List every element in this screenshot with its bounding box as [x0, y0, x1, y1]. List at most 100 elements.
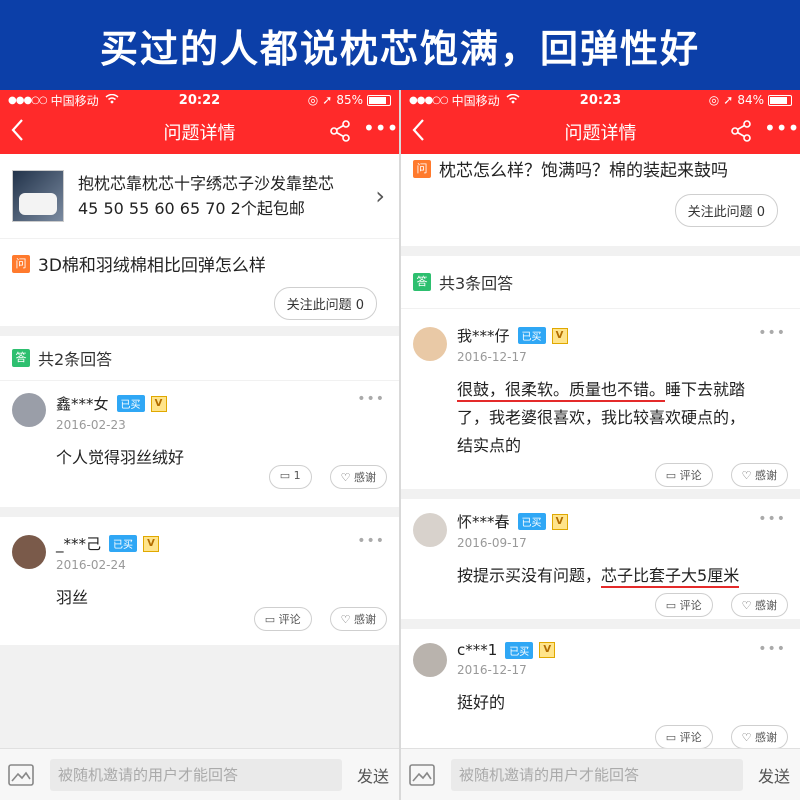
answer-item: ••• 怀***春 已买 V 2016-09-17 按提示买没有问题，芯子比套子…	[401, 499, 800, 619]
bought-badge: 已买	[109, 535, 138, 552]
nav-bar: 问题详情 •••	[401, 110, 800, 154]
share-icon[interactable]	[730, 120, 754, 144]
status-bar: ●●●○○ 中国移动 20:22 ◎ ➚ 85%	[0, 90, 399, 110]
comment-button[interactable]: ▭ 1	[268, 465, 312, 489]
thanks-icon: ♡	[340, 613, 351, 626]
username: c***1	[457, 641, 498, 659]
thanks-label: 感谢	[755, 731, 777, 744]
more-icon[interactable]: •••	[764, 118, 799, 144]
follow-question-button[interactable]: 关注此问题 0	[674, 194, 778, 227]
question-tag: 问	[413, 159, 431, 178]
answers-count: 共2条回答	[38, 350, 113, 369]
answer-body: 挺好的	[457, 693, 506, 712]
back-icon[interactable]	[10, 118, 34, 146]
rotation-lock-icon: ◎	[708, 93, 720, 107]
thanks-label: 感谢	[354, 471, 376, 484]
back-icon[interactable]	[411, 118, 435, 146]
image-upload-icon[interactable]	[409, 763, 435, 786]
bought-badge: 已买	[517, 513, 546, 530]
highlighted-text: 芯子比套子大5厘米	[601, 566, 740, 588]
bought-badge: 已买	[505, 641, 534, 659]
rotation-lock-icon: ◎	[307, 93, 319, 107]
more-options-icon[interactable]: •••	[357, 391, 385, 407]
answer-text: 了，我老婆很喜欢，我比较喜欢硬点的，	[457, 408, 746, 427]
more-options-icon[interactable]: •••	[758, 325, 786, 341]
carrier-label: 中国移动	[451, 93, 500, 108]
comment-label: 评论	[278, 613, 301, 626]
answer-date: 2016-12-17	[457, 350, 527, 364]
question-text: 枕芯怎么样？饱满吗？棉的装起来鼓吗	[439, 161, 728, 181]
thanks-button[interactable]: ♡ 感谢	[329, 607, 387, 631]
product-card[interactable]: 抱枕芯靠枕芯十字绣芯子沙发靠垫芯 45 50 55 60 65 70 2个起包邮…	[0, 154, 399, 238]
answer-item: ••• c***1 已买 V 2016-12-17 挺好的 ▭ 评论 ♡ 感谢	[401, 629, 800, 759]
comment-label: 评论	[679, 731, 702, 744]
comment-button[interactable]: ▭ 评论	[654, 725, 713, 749]
comment-label: 评论	[679, 469, 702, 482]
thanks-button[interactable]: ♡ 感谢	[730, 593, 788, 617]
bought-badge: 已买	[517, 327, 546, 344]
battery-icon	[768, 94, 792, 106]
share-icon[interactable]	[329, 120, 353, 144]
comment-icon: ▭	[279, 469, 291, 482]
thanks-label: 感谢	[354, 613, 376, 626]
username: 怀***春	[457, 513, 510, 531]
location-icon: ➚	[723, 93, 734, 107]
thanks-label: 感谢	[755, 469, 777, 482]
answer-input-bar: 被随机邀请的用户才能回答 发送	[401, 748, 800, 800]
follow-question-button[interactable]: 关注此问题 0	[273, 287, 377, 320]
level-badge-icon: V	[150, 395, 167, 412]
battery-percent: 85%	[336, 93, 363, 107]
wifi-icon	[506, 93, 520, 107]
comment-button[interactable]: ▭ 评论	[654, 593, 713, 617]
thanks-icon: ♡	[741, 469, 752, 482]
comment-label: 评论	[679, 599, 702, 612]
comment-icon: ▭	[264, 613, 276, 626]
right-phone-screen: ●●●○○ 中国移动 20:23 ◎ ➚ 84% 问题详情 ••• 问 枕芯怎么…	[401, 90, 800, 800]
username: _***己	[56, 535, 102, 553]
answer-date: 2016-12-17	[457, 663, 527, 677]
thanks-icon: ♡	[340, 471, 351, 484]
avatar	[12, 393, 46, 427]
comment-button[interactable]: ▭ 评论	[253, 607, 312, 631]
question-text: 3D棉和羽绒棉相比回弹怎么样	[38, 256, 266, 276]
level-badge-icon: V	[551, 327, 568, 344]
send-button[interactable]: 发送	[357, 763, 391, 787]
answer-date: 2016-02-24	[56, 558, 126, 572]
answer-input[interactable]: 被随机邀请的用户才能回答	[50, 758, 342, 791]
image-upload-icon[interactable]	[8, 763, 34, 786]
answer-text: 结实点的	[457, 436, 522, 455]
bought-badge: 已买	[116, 395, 145, 412]
answer-text: 按提示买没有问题，	[457, 566, 602, 585]
question-card: 问 3D棉和羽绒棉相比回弹怎么样 关注此问题 0	[0, 239, 399, 326]
level-badge-icon: V	[551, 513, 568, 530]
signal-icon: ●●●○○	[8, 94, 48, 106]
answer-item: ••• 鑫***女 已买 V 2016-02-23 个人觉得羽丝绒好 ▭ 1 ♡…	[0, 381, 399, 507]
product-title-line2: 45 50 55 60 65 70 2个起包邮	[78, 199, 305, 218]
thanks-label: 感谢	[755, 599, 777, 612]
answer-item: ••• 我***仔 已买 V 2016-12-17 很鼓，很柔软。质量也不错。睡…	[401, 309, 800, 489]
thanks-icon: ♡	[741, 731, 752, 744]
battery-percent: 84%	[737, 93, 764, 107]
avatar	[413, 643, 447, 677]
send-button[interactable]: 发送	[758, 763, 792, 787]
thanks-button[interactable]: ♡ 感谢	[730, 725, 788, 749]
more-icon[interactable]: •••	[363, 118, 398, 144]
comment-button[interactable]: ▭ 评论	[654, 463, 713, 487]
thanks-button[interactable]: ♡ 感谢	[329, 465, 387, 489]
thanks-icon: ♡	[741, 599, 752, 612]
answer-body: 很鼓，很柔软。质量也不错。睡下去就踏 了，我老婆很喜欢，我比较喜欢硬点的， 结实…	[457, 376, 777, 460]
answers-header: 答 共3条回答	[401, 256, 800, 308]
username: 鑫***女	[56, 395, 109, 413]
thanks-button[interactable]: ♡ 感谢	[730, 463, 788, 487]
more-options-icon[interactable]: •••	[758, 641, 786, 657]
comment-count: 1	[293, 469, 301, 482]
comment-icon: ▭	[665, 599, 677, 612]
more-options-icon[interactable]: •••	[758, 511, 786, 527]
question-tag: 问	[12, 254, 30, 273]
answer-body: 按提示买没有问题，芯子比套子大5厘米	[457, 562, 800, 590]
level-badge-icon: V	[539, 642, 556, 658]
avatar	[12, 535, 46, 569]
answer-input[interactable]: 被随机邀请的用户才能回答	[451, 758, 743, 791]
answer-date: 2016-02-23	[56, 418, 126, 432]
more-options-icon[interactable]: •••	[357, 533, 385, 549]
